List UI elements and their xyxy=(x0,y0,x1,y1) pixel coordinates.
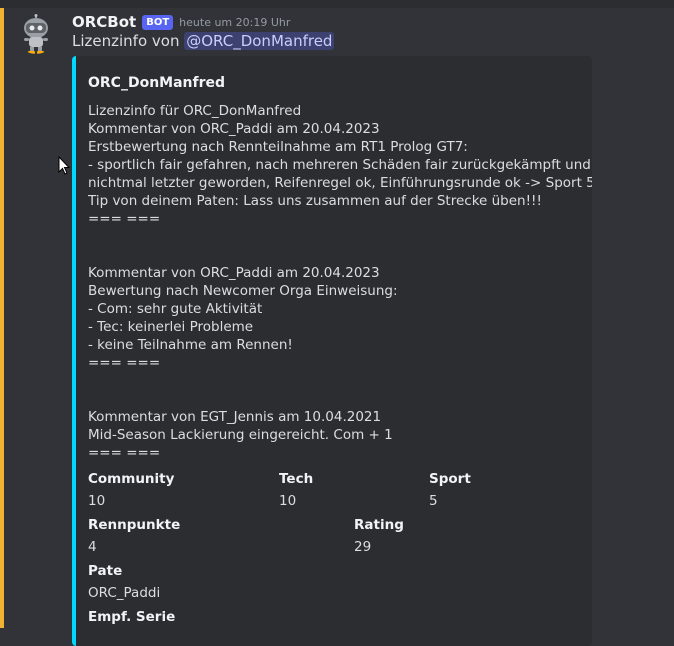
message-content: Lizenzinfo von @ORC_DonManfred xyxy=(72,32,335,50)
description-line: Erstbewertung nach Rennteilnahme am RT1 … xyxy=(88,139,468,155)
field-value: 29 xyxy=(354,539,372,555)
field-sport: Sport 5 xyxy=(429,470,471,510)
field-name: Rating xyxy=(354,517,404,533)
field-value: ORC_Paddi xyxy=(88,585,161,601)
field-value: 4 xyxy=(88,539,97,555)
embed-description: Lizenzinfo für ORC_DonManfred Kommentar … xyxy=(88,102,592,462)
content-prefix: Lizenzinfo von xyxy=(72,32,180,50)
description-line: Bewertung nach Newcomer Orga Einweisung: xyxy=(88,283,398,299)
embed-title: ORC_DonManfred xyxy=(88,75,226,91)
description-line xyxy=(88,390,584,408)
field-name: Community xyxy=(88,471,175,487)
description-line xyxy=(88,372,584,390)
field-name: Tech xyxy=(279,471,314,487)
field-serie: Empf. Serie xyxy=(88,608,175,646)
field-rennpunkte: Rennpunkte 4 xyxy=(88,516,180,556)
field-pate: Pate ORC_Paddi xyxy=(88,562,160,602)
embed-accent-stripe xyxy=(72,56,76,646)
field-rating: Rating 29 xyxy=(354,516,404,556)
description-line: Kommentar von EGT_Jennis am 10.04.2021 xyxy=(88,409,382,425)
description-line: Lizenzinfo für ORC_DonManfred xyxy=(88,103,302,119)
description-line: Mid-Season Lackierung eingereicht. Com +… xyxy=(88,427,393,443)
description-line: === === xyxy=(88,445,161,461)
embed: ORC_DonManfred Lizenzinfo für ORC_DonMan… xyxy=(72,56,592,646)
description-line: === === xyxy=(88,211,161,227)
field-community: Community 10 xyxy=(88,470,174,510)
field-name: Empf. Serie xyxy=(88,609,176,625)
field-name: Sport xyxy=(429,471,471,487)
description-line: Tip von deinem Paten: Lass uns zusammen … xyxy=(88,193,542,209)
description-line: - keine Teilnahme am Rennen! xyxy=(88,337,293,353)
mouse-cursor-icon xyxy=(58,156,70,175)
description-line xyxy=(88,228,584,246)
description-line: Kommentar von ORC_Paddi am 20.04.2023 xyxy=(88,121,380,137)
user-mention[interactable]: @ORC_DonManfred xyxy=(184,32,335,50)
robot-icon xyxy=(24,14,48,54)
top-strip xyxy=(0,0,674,8)
field-name: Pate xyxy=(88,563,123,579)
field-value: 5 xyxy=(429,493,438,509)
bot-tag: BOT xyxy=(142,14,174,30)
field-value: 10 xyxy=(88,493,106,509)
field-tech: Tech 10 xyxy=(279,470,313,510)
avatar[interactable] xyxy=(16,14,56,54)
description-line: - Tec: keinerlei Probleme xyxy=(88,319,254,335)
field-value xyxy=(88,630,175,646)
description-line: - sportlich fair gefahren, nach mehreren… xyxy=(88,157,591,173)
message: ORCBot BOT heute um 20:19 Uhr Lizenzinfo… xyxy=(0,8,674,646)
description-line: - Com: sehr gute Aktivität xyxy=(88,301,263,317)
field-name: Rennpunkte xyxy=(88,517,181,533)
message-header: ORCBot BOT heute um 20:19 Uhr xyxy=(72,12,290,32)
username[interactable]: ORCBot xyxy=(72,13,136,31)
description-line xyxy=(88,246,584,264)
timestamp[interactable]: heute um 20:19 Uhr xyxy=(179,16,290,29)
mention-highlight-bar xyxy=(0,8,4,628)
field-value: 10 xyxy=(279,493,297,509)
description-line: Kommentar von ORC_Paddi am 20.04.2023 xyxy=(88,265,380,281)
description-line: nichtmal letzter geworden, Reifenregel o… xyxy=(88,175,592,191)
description-line: === === xyxy=(88,355,161,371)
